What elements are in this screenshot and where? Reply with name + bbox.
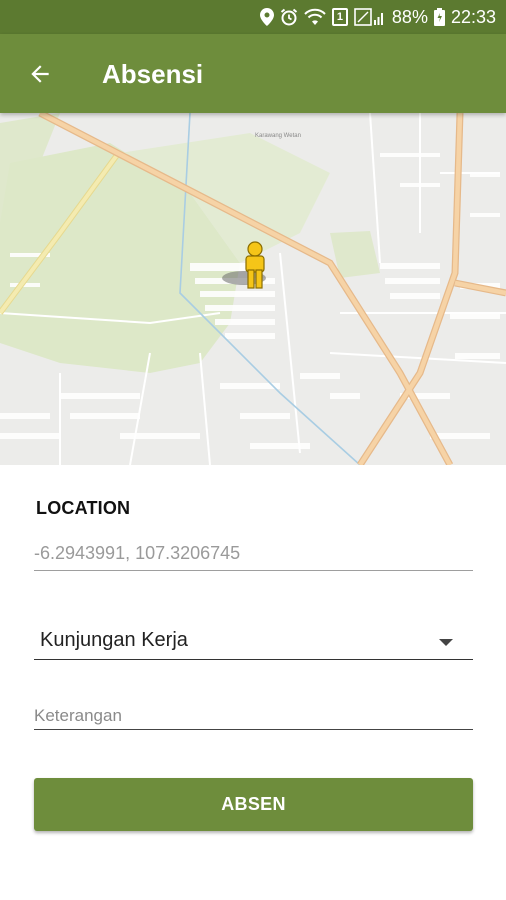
location-icon xyxy=(259,8,274,26)
battery-icon xyxy=(433,8,445,26)
alarm-icon xyxy=(280,8,298,26)
sim-badge: 1 xyxy=(336,11,343,23)
map-place-label: Karawang Wetan xyxy=(255,133,301,139)
map-canvas: Karawang Wetan xyxy=(0,113,506,465)
absen-button[interactable]: ABSEN xyxy=(34,778,473,831)
page-title: Absensi xyxy=(102,59,204,89)
visit-type-value: Kunjungan Kerja xyxy=(40,629,188,651)
dropdown-caret-icon xyxy=(439,639,453,646)
clock: 22:33 xyxy=(450,6,496,27)
location-coordinates: -6.2943991, 107.3206745 xyxy=(34,543,473,571)
attendance-form: LOCATION -6.2943991, 107.3206745 Kunjung… xyxy=(0,465,506,900)
app-bar: Absensi xyxy=(0,34,506,113)
back-button[interactable] xyxy=(24,58,56,90)
wifi-icon xyxy=(304,8,326,26)
battery-percent: 88% xyxy=(391,6,428,27)
status-bar: 1 88% 22:33 xyxy=(0,0,506,34)
arrow-back-icon xyxy=(31,65,49,83)
map-view[interactable]: Karawang Wetan xyxy=(0,113,506,465)
visit-type-dropdown[interactable]: Kunjungan Kerja xyxy=(34,625,473,660)
notes-input[interactable] xyxy=(34,702,473,730)
sim-icon: 1 xyxy=(331,8,348,26)
signal-icon xyxy=(354,8,386,26)
location-label: LOCATION xyxy=(36,498,131,518)
